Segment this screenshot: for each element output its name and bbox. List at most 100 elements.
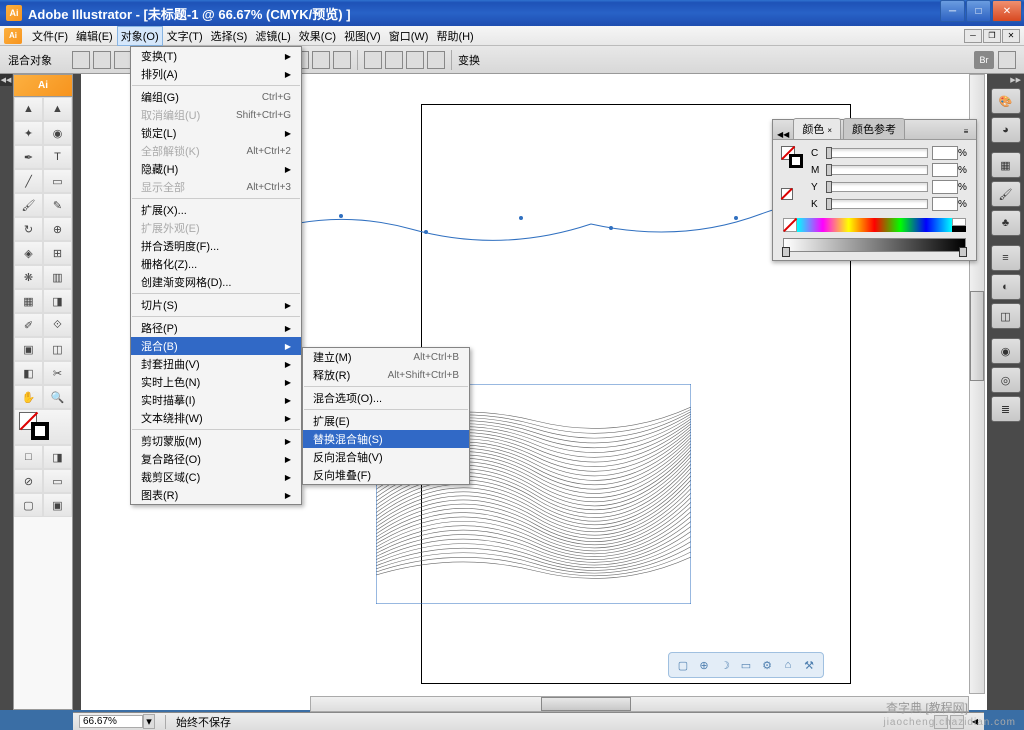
color-guide-tab[interactable]: 颜色参考 <box>843 118 905 139</box>
draw-mode-tool[interactable]: ▭ <box>43 469 72 493</box>
yellow-slider[interactable] <box>827 182 928 192</box>
menu-filter[interactable]: 滤镜(L) <box>251 26 294 46</box>
distrib-btn-10[interactable] <box>427 51 445 69</box>
menu-item[interactable]: 反向混合轴(V) <box>303 448 469 466</box>
color-panel[interactable]: ◀◀ 颜色 × 颜色参考 ≡ C% M% Y% K% <box>772 119 977 261</box>
menu-item[interactable]: 隐藏(H)▶ <box>131 160 301 178</box>
screen-mode-normal[interactable]: ▢ <box>14 493 43 517</box>
nav-btn-6[interactable]: ⌂ <box>779 656 797 674</box>
align-btn-2[interactable] <box>93 51 111 69</box>
menu-window[interactable]: 窗口(W) <box>385 26 433 46</box>
warp-tool[interactable]: ◈ <box>14 241 43 265</box>
black-slider[interactable] <box>827 199 928 209</box>
swatches-icon[interactable]: ▦ <box>991 152 1021 178</box>
menu-item[interactable]: 拼合透明度(F)... <box>131 237 301 255</box>
menu-item[interactable]: 变换(T)▶ <box>131 47 301 65</box>
menu-item[interactable]: 实时上色(N)▶ <box>131 373 301 391</box>
hand-tool[interactable]: ✋ <box>14 385 43 409</box>
none-mode-tool[interactable]: ⊘ <box>14 469 43 493</box>
stroke-icon-panel[interactable]: ≡ <box>991 245 1021 271</box>
menu-item[interactable]: 图表(R)▶ <box>131 486 301 504</box>
dock-collapse-icon[interactable]: ◀◀ <box>0 74 12 86</box>
appearance-icon[interactable]: ◎ <box>991 367 1021 393</box>
menu-item[interactable]: 扩展(X)... <box>131 201 301 219</box>
color-tab[interactable]: 颜色 × <box>793 118 841 139</box>
brushes-icon[interactable]: 🖌 <box>991 181 1021 207</box>
menu-item[interactable]: 建立(M)Alt+Ctrl+B <box>303 348 469 366</box>
line-tool[interactable]: ╱ <box>14 169 43 193</box>
rectangle-tool[interactable]: ▭ <box>43 169 72 193</box>
zoom-tool[interactable]: 🔍 <box>43 385 72 409</box>
menu-item[interactable]: 栅格化(Z)... <box>131 255 301 273</box>
color-picker-icon[interactable]: 🎨 <box>991 88 1021 114</box>
menu-item[interactable]: 路径(P)▶ <box>131 319 301 337</box>
mesh-tool[interactable]: ▦ <box>14 289 43 313</box>
doc-close-button[interactable]: ✕ <box>1002 29 1020 43</box>
gradient-mode-tool[interactable]: ◨ <box>43 445 72 469</box>
eyedropper-tool[interactable]: ✐ <box>14 313 43 337</box>
ai-home-button[interactable]: Ai <box>4 28 22 44</box>
panel-menu-icon[interactable]: ≡ <box>960 127 972 139</box>
spectrum-bar[interactable] <box>783 218 966 232</box>
menu-item[interactable]: 切片(S)▶ <box>131 296 301 314</box>
doc-minimize-button[interactable]: ─ <box>964 29 982 43</box>
menu-view[interactable]: 视图(V) <box>340 26 385 46</box>
scrollbar-horizontal[interactable] <box>310 696 969 712</box>
menu-item[interactable]: 释放(R)Alt+Shift+Ctrl+B <box>303 366 469 384</box>
selection-tool[interactable]: ▲ <box>14 97 43 121</box>
screen-mode-full[interactable]: ▣ <box>43 493 72 517</box>
menu-item[interactable]: 混合选项(O)... <box>303 389 469 407</box>
menu-item[interactable]: 扩展(E) <box>303 412 469 430</box>
yellow-input[interactable] <box>932 180 958 194</box>
menu-item[interactable]: 混合(B)▶ <box>131 337 301 355</box>
menu-item[interactable]: 复合路径(O)▶ <box>131 450 301 468</box>
graphic-styles-icon[interactable]: ◉ <box>991 338 1021 364</box>
menu-help[interactable]: 帮助(H) <box>432 26 477 46</box>
menu-item[interactable]: 编组(G)Ctrl+G <box>131 88 301 106</box>
live-paint-tool[interactable]: ▣ <box>14 337 43 361</box>
crop-area-tool[interactable]: ◫ <box>43 337 72 361</box>
menu-file[interactable]: 文件(F) <box>28 26 72 46</box>
color-guide-icon[interactable]: ◕ <box>991 117 1021 143</box>
cyan-slider[interactable] <box>827 148 928 158</box>
menu-item[interactable]: 封套扭曲(V)▶ <box>131 355 301 373</box>
transparency-icon-panel[interactable]: ◫ <box>991 303 1021 329</box>
menu-item[interactable]: 实时描摹(I)▶ <box>131 391 301 409</box>
menu-item[interactable]: 替换混合轴(S) <box>303 430 469 448</box>
cyan-input[interactable] <box>932 146 958 160</box>
rotate-tool[interactable]: ↻ <box>14 217 43 241</box>
transform-label[interactable]: 变换 <box>458 52 480 68</box>
reflect-tool[interactable]: ⊕ <box>43 217 72 241</box>
symbol-sprayer-tool[interactable]: ❋ <box>14 265 43 289</box>
lasso-tool[interactable]: ◉ <box>43 121 72 145</box>
graph-tool[interactable]: ▥ <box>43 265 72 289</box>
layers-icon[interactable]: ≣ <box>991 396 1021 422</box>
nav-btn-5[interactable]: ⚙ <box>758 656 776 674</box>
menu-item[interactable]: 创建渐变网格(D)... <box>131 273 301 291</box>
menu-type[interactable]: 文字(T) <box>163 26 207 46</box>
close-button[interactable]: ✕ <box>992 0 1022 22</box>
menu-object[interactable]: 对象(O) <box>117 26 163 46</box>
fill-stroke-indicator[interactable] <box>781 146 805 202</box>
magenta-slider[interactable] <box>827 165 928 175</box>
menu-item[interactable]: 剪切蒙版(M)▶ <box>131 432 301 450</box>
distrib-btn-8[interactable] <box>385 51 403 69</box>
menu-item[interactable]: 反向堆叠(F) <box>303 466 469 484</box>
menu-item[interactable]: 锁定(L)▶ <box>131 124 301 142</box>
blend-tool[interactable]: ⟐ <box>43 313 72 337</box>
nav-btn-4[interactable]: ▭ <box>737 656 755 674</box>
menu-effect[interactable]: 效果(C) <box>295 26 340 46</box>
fill-stroke-tool[interactable] <box>14 409 72 445</box>
doc-restore-button[interactable]: ❐ <box>983 29 1001 43</box>
nav-btn-1[interactable]: ▢ <box>674 656 692 674</box>
pen-tool[interactable]: ✒ <box>14 145 43 169</box>
black-input[interactable] <box>932 197 958 211</box>
menu-select[interactable]: 选择(S) <box>207 26 252 46</box>
pencil-tool[interactable]: ✎ <box>43 193 72 217</box>
color-mode-tool[interactable]: □ <box>14 445 43 469</box>
menu-item[interactable]: 裁剪区域(C)▶ <box>131 468 301 486</box>
menu-item[interactable]: 排列(A)▶ <box>131 65 301 83</box>
menu-edit[interactable]: 编辑(E) <box>72 26 117 46</box>
distrib-btn-9[interactable] <box>406 51 424 69</box>
type-tool[interactable]: T <box>43 145 72 169</box>
